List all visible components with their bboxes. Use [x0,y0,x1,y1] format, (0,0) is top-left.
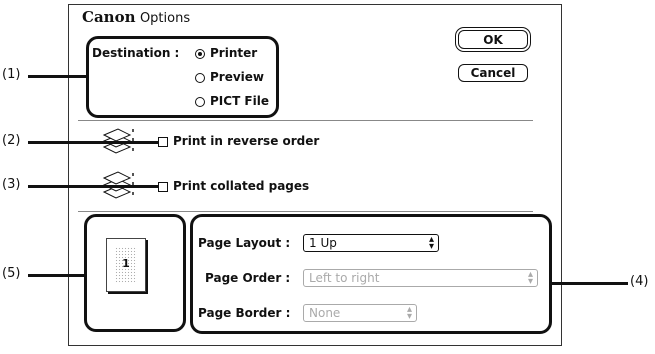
reverse-order-stack-icon [102,128,134,154]
callout-number-1: (1) [2,67,21,82]
dialog-title-text: Options [139,11,191,26]
reverse-order-checkbox[interactable] [158,137,168,147]
reverse-order-label[interactable]: Print in reverse order [173,134,319,148]
collated-checkbox[interactable] [158,182,168,192]
callout-number-2: (2) [2,133,21,148]
callout-number-5: (5) [2,266,21,281]
separator-middle [78,211,533,212]
brand-logo: Canon [82,8,136,26]
callout-number-3: (3) [2,177,21,192]
ok-button[interactable]: OK [458,30,528,49]
callout-line-4 [552,282,628,285]
callout-box-1 [86,36,279,118]
callout-line-2 [28,141,158,144]
callout-box-4 [190,214,552,334]
cancel-button[interactable]: Cancel [458,64,528,82]
collated-label[interactable]: Print collated pages [173,179,309,193]
callout-box-5 [84,214,186,332]
separator-top [78,120,533,121]
callout-number-4: (4) [630,274,649,289]
callout-line-1 [28,75,86,78]
callout-line-5 [28,274,84,277]
callout-line-3 [28,185,158,188]
dialog-title: Canon Options [82,8,190,26]
